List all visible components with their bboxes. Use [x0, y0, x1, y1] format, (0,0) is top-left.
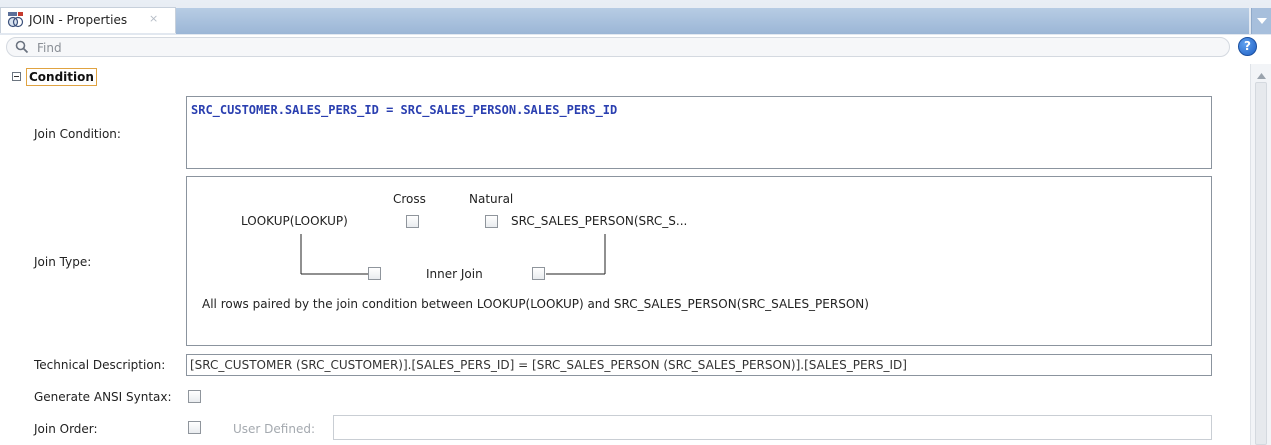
- search-icon: [15, 40, 29, 57]
- left-outer-join-checkbox[interactable]: [368, 267, 381, 280]
- generate-ansi-label: Generate ANSI Syntax:: [34, 390, 172, 404]
- join-condition-label: Join Condition:: [34, 127, 121, 141]
- find-field[interactable]: [6, 37, 1230, 57]
- condition-section-header[interactable]: Condition: [0, 66, 1250, 88]
- user-defined-label: User Defined:: [233, 422, 315, 436]
- scroll-up-icon[interactable]: [1257, 68, 1266, 82]
- right-outer-join-checkbox[interactable]: [532, 267, 545, 280]
- user-defined-field[interactable]: [333, 415, 1212, 440]
- close-icon[interactable]: ×: [149, 12, 158, 25]
- scrollbar-thumb[interactable]: [1255, 82, 1267, 445]
- vertical-scrollbar[interactable]: [1250, 64, 1271, 445]
- help-icon: ?: [1244, 39, 1251, 53]
- tab-bar: JOIN - Properties ×: [0, 0, 1271, 35]
- chevron-down-icon: [1257, 18, 1267, 24]
- join-type-panel: Cross Natural LOOKUP(LOOKUP) SRC_SALES_P…: [186, 176, 1212, 346]
- tab-title: JOIN - Properties: [29, 13, 128, 27]
- join-condition-editor[interactable]: SRC_CUSTOMER.SALES_PERS_ID = SRC_SALES_P…: [186, 96, 1212, 169]
- collapse-icon[interactable]: [12, 72, 21, 81]
- help-button[interactable]: ?: [1238, 37, 1257, 56]
- technical-description-label: Technical Description:: [34, 358, 166, 372]
- find-bar: ?: [0, 35, 1271, 64]
- join-type-label: Join Type:: [34, 255, 92, 269]
- join-order-checkbox[interactable]: [188, 421, 201, 434]
- find-input[interactable]: [35, 39, 1219, 57]
- generate-ansi-checkbox[interactable]: [188, 390, 201, 403]
- section-title[interactable]: Condition: [26, 68, 97, 86]
- tab-join-properties[interactable]: JOIN - Properties ×: [0, 7, 176, 33]
- join-properties-icon: [7, 12, 24, 28]
- inner-join-label: Inner Join: [426, 267, 483, 281]
- join-connector-lines: [300, 234, 606, 275]
- join-condition-expression[interactable]: SRC_CUSTOMER.SALES_PERS_ID = SRC_SALES_P…: [191, 103, 617, 117]
- technical-description-value: [SRC_CUSTOMER (SRC_CUSTOMER)].[SALES_PER…: [190, 358, 907, 372]
- tab-list-button[interactable]: [1251, 8, 1271, 34]
- join-order-label: Join Order:: [34, 422, 98, 436]
- tab-strip-fill: [176, 8, 1249, 34]
- join-type-description: All rows paired by the join condition be…: [202, 297, 869, 311]
- technical-description-field[interactable]: [SRC_CUSTOMER (SRC_CUSTOMER)].[SALES_PER…: [186, 354, 1212, 376]
